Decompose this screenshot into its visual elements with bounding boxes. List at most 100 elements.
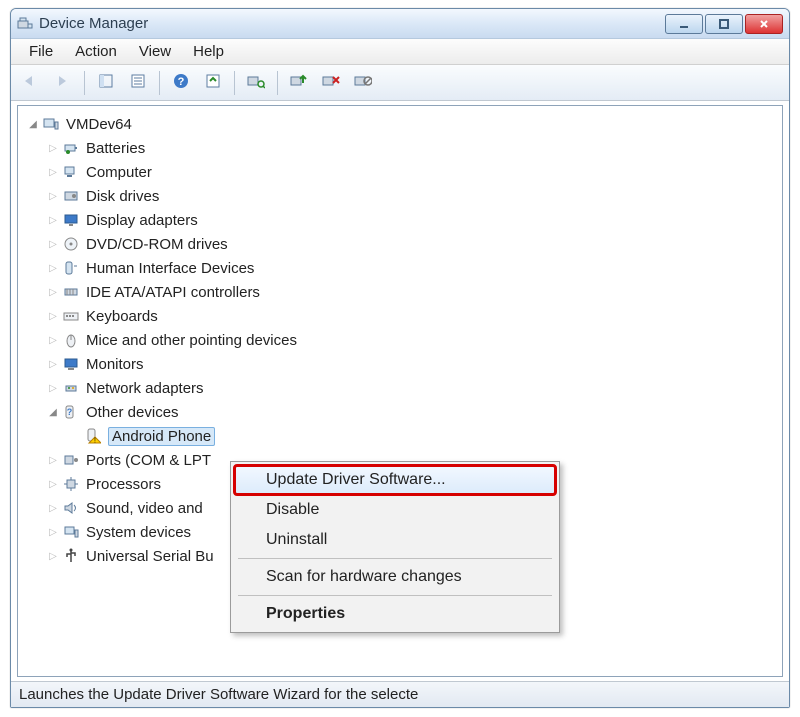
tree-item[interactable]: ▷Batteries (22, 136, 778, 160)
expander-closed-icon[interactable]: ▷ (46, 477, 60, 491)
toolbar-showhidden-button[interactable] (92, 70, 120, 96)
properties-icon (130, 73, 146, 92)
tree-item-label: Other devices (86, 404, 179, 421)
tree-item[interactable]: ▷ Mice and other pointing devices (22, 328, 778, 352)
toolbar-separator (159, 71, 160, 95)
tree-item-label: Computer (86, 164, 152, 181)
expander-closed-icon[interactable]: ▷ (46, 189, 60, 203)
expander-closed-icon[interactable]: ▷ (46, 453, 60, 467)
mouse-icon (62, 331, 80, 349)
toolbar-update-driver-button[interactable] (285, 70, 313, 96)
toolbar-uninstall-button[interactable] (317, 70, 345, 96)
system-icon (62, 523, 80, 541)
network-icon (62, 379, 80, 397)
expander-closed-icon[interactable]: ▷ (46, 501, 60, 515)
toolbar-back-button[interactable] (17, 70, 45, 96)
disable-icon (354, 73, 372, 92)
tree-item-label: System devices (86, 524, 191, 541)
menubar: File Action View Help (11, 39, 789, 65)
expander-closed-icon[interactable]: ▷ (46, 381, 60, 395)
tree-item[interactable]: ◢?Other devices (22, 400, 778, 424)
tree-item[interactable]: ▷ Disk drives (22, 184, 778, 208)
panel-icon (98, 73, 114, 92)
tree-item[interactable]: ▷ Monitors (22, 352, 778, 376)
tree-root-label: VMDev64 (66, 116, 132, 133)
tree-child-item[interactable]: ! Android Phone (22, 424, 778, 448)
context-menu-item[interactable]: Properties (234, 599, 556, 629)
warning-device-icon: ! (84, 427, 102, 445)
context-menu-item[interactable]: Scan for hardware changes (234, 562, 556, 592)
expander-closed-icon[interactable]: ▷ (46, 237, 60, 251)
expander-closed-icon[interactable]: ▷ (46, 333, 60, 347)
toolbar-scan-button[interactable] (242, 70, 270, 96)
menu-help[interactable]: Help (183, 41, 234, 62)
tree-item-label: Display adapters (86, 212, 198, 229)
tree-item-label: Universal Serial Bu (86, 548, 214, 565)
expander-closed-icon[interactable]: ▷ (46, 309, 60, 323)
tree-item-label: Disk drives (86, 188, 159, 205)
tree-item-label: Mice and other pointing devices (86, 332, 297, 349)
maximize-button[interactable] (705, 14, 743, 34)
expander-icon[interactable]: ◢ (26, 117, 40, 131)
menu-view[interactable]: View (129, 41, 181, 62)
toolbar-disable-button[interactable] (349, 70, 377, 96)
arrow-right-icon (54, 74, 72, 91)
toolbar-forward-button[interactable] (49, 70, 77, 96)
expander-open-icon[interactable]: ◢ (46, 405, 60, 419)
context-menu-item[interactable]: Disable (234, 495, 556, 525)
expander-closed-icon[interactable]: ▷ (46, 285, 60, 299)
toolbar-help-button[interactable]: ? (167, 70, 195, 96)
close-button[interactable] (745, 14, 783, 34)
expander-closed-icon[interactable]: ▷ (46, 141, 60, 155)
context-menu-item[interactable]: Update Driver Software... (234, 465, 556, 495)
tree-item[interactable]: ▷Human Interface Devices (22, 256, 778, 280)
app-icon (17, 16, 33, 32)
tree-item-label: IDE ATA/ATAPI controllers (86, 284, 260, 301)
tree-item-label: Ports (COM & LPT (86, 452, 211, 469)
tree-item[interactable]: ▷Keyboards (22, 304, 778, 328)
tree-item-label: Processors (86, 476, 161, 493)
tree-item-label: Android Phone (108, 427, 215, 446)
context-menu-item[interactable]: Uninstall (234, 525, 556, 555)
svg-text:!: ! (94, 438, 96, 445)
expander-closed-icon[interactable]: ▷ (46, 261, 60, 275)
scan-icon (247, 73, 265, 92)
computer-icon (62, 163, 80, 181)
tree-item[interactable]: ▷ Display adapters (22, 208, 778, 232)
help-icon: ? (173, 73, 189, 92)
tree-item-label: Sound, video and (86, 500, 203, 517)
tree-item[interactable]: ▷ Network adapters (22, 376, 778, 400)
computer-icon (42, 115, 60, 133)
statusbar: Launches the Update Driver Software Wiza… (11, 681, 789, 707)
device-manager-window: Device Manager File Action View Help ? (10, 8, 790, 708)
tree-root[interactable]: ◢ VMDev64 (22, 112, 778, 136)
port-icon (62, 451, 80, 469)
menu-action[interactable]: Action (65, 41, 127, 62)
hid-icon (62, 259, 80, 277)
refresh-icon (205, 73, 221, 92)
tree-item-label: DVD/CD-ROM drives (86, 236, 228, 253)
expander-closed-icon[interactable]: ▷ (46, 525, 60, 539)
ide-icon (62, 283, 80, 301)
expander-closed-icon[interactable]: ▷ (46, 549, 60, 563)
menu-file[interactable]: File (19, 41, 63, 62)
tree-item[interactable]: ▷ Computer (22, 160, 778, 184)
tree-item-label: Monitors (86, 356, 144, 373)
toolbar: ? (11, 65, 789, 101)
expander-closed-icon[interactable]: ▷ (46, 165, 60, 179)
status-text: Launches the Update Driver Software Wiza… (19, 686, 418, 703)
context-menu-separator (238, 558, 552, 559)
expander-closed-icon[interactable]: ▷ (46, 357, 60, 371)
tree-item-label: Network adapters (86, 380, 204, 397)
toolbar-properties-button[interactable] (124, 70, 152, 96)
minimize-button[interactable] (665, 14, 703, 34)
device-tree-panel[interactable]: ◢ VMDev64 ▷Batteries▷Computer▷Disk drive… (17, 105, 783, 677)
battery-icon (62, 139, 80, 157)
toolbar-refresh-button[interactable] (199, 70, 227, 96)
cpu-icon (62, 475, 80, 493)
expander-closed-icon[interactable]: ▷ (46, 213, 60, 227)
tree-item[interactable]: ▷ IDE ATA/ATAPI controllers (22, 280, 778, 304)
display-icon (62, 211, 80, 229)
context-menu: Update Driver Software...DisableUninstal… (230, 461, 560, 633)
tree-item[interactable]: ▷ DVD/CD-ROM drives (22, 232, 778, 256)
